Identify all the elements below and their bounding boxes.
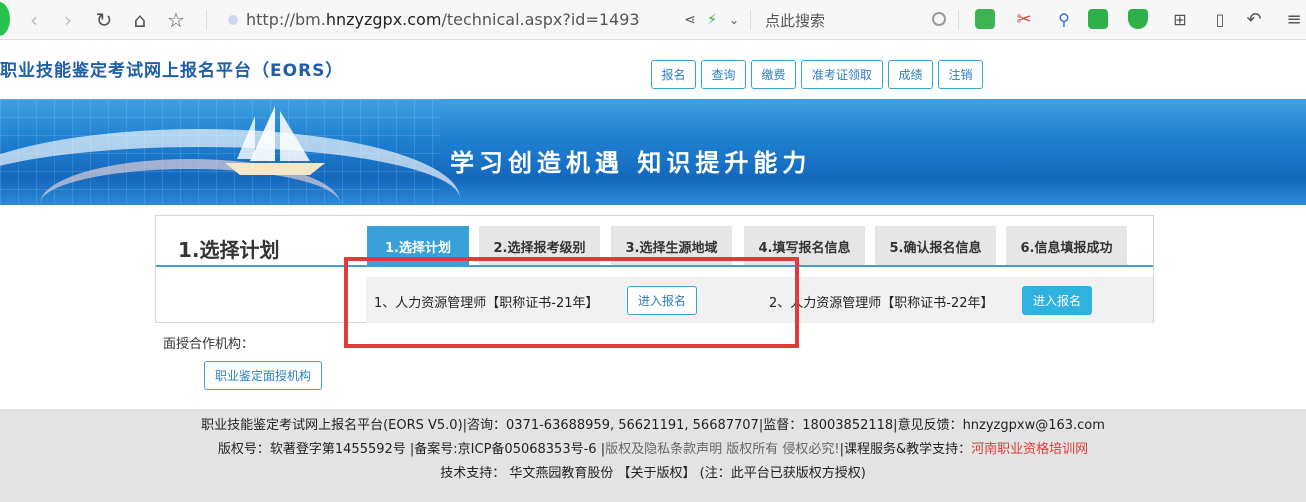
highlight-annotation-box [344,257,799,348]
banner-slogan: 学习创造机遇 知识提升能力 [450,148,812,177]
footer-tech-support-line: 技术支持： 华文燕园教育股份 【关于版权】 (注：此平台已获版权方授权) [440,466,866,481]
site-icon [228,15,238,25]
plan-item-label: 2、人力资源管理师【职称证书-22年】 [769,296,994,311]
share-icon[interactable]: ⋖ [678,8,702,32]
browser-toolbar: ‹ › ↻ ⌂ ☆ http://bm.hnzyzgpx.com/technic… [0,0,1306,40]
panel-title: 1.选择计划 [178,238,280,262]
back-icon[interactable]: ‹ [22,8,46,32]
url-text: http://bm.hnzyzgpx.com/technical.aspx?id… [246,10,640,29]
toolbar-divider [750,10,751,30]
undo-icon[interactable]: ↶ [1242,8,1266,32]
home-icon[interactable]: ⌂ [128,8,152,32]
nav-logout-button[interactable]: 注销 [938,60,983,89]
translate-icon[interactable] [975,9,995,29]
magnifier-icon[interactable]: ⚲ [1052,8,1076,32]
nav-payment-button[interactable]: 缴费 [751,60,796,89]
forward-icon[interactable]: › [56,8,80,32]
nav-register-button[interactable]: 报名 [651,60,696,89]
site-title: 职业技能鉴定考试网上报名平台（EORS） [0,61,344,81]
tab-success[interactable]: 6.信息填报成功 [1006,226,1127,266]
gamepad-icon[interactable] [1088,9,1108,29]
chevron-down-icon[interactable]: ⌄ [722,8,746,32]
star-icon[interactable]: ☆ [164,8,188,32]
nav-ticket-button[interactable]: 准考证领取 [801,60,883,89]
nav-score-button[interactable]: 成绩 [888,60,933,89]
enter-registration-button[interactable]: 进入报名 [1022,286,1092,315]
refresh-icon[interactable]: ↻ [92,8,116,32]
address-bar[interactable]: http://bm.hnzyzgpx.com/technical.aspx?id… [220,6,750,34]
menu-icon[interactable]: ≡ [1282,8,1306,32]
scissors-icon[interactable]: ✂ [1012,8,1036,32]
banner: 学习创造机遇 知识提升能力 [0,99,1306,205]
apps-icon[interactable]: ⊞ [1168,8,1192,32]
footer-copyright-line: 版权号：软著登字第1455592号 |备案号:京ICP备05068353号-6 … [0,438,1306,457]
lightning-icon[interactable]: ⚡ [700,8,724,32]
footer-support-text: |课程服务&教学支持： [839,442,972,457]
footer: 职业技能鉴定考试网上报名平台(EORS V5.0)|咨询：0371-636889… [0,409,1306,502]
search-box[interactable]: 点此搜索 [757,6,952,34]
search-icon[interactable] [932,12,946,26]
footer-training-link[interactable]: 河南职业资格培训网 [971,442,1088,457]
footer-privacy-link[interactable]: 版权及隐私条款声明 版权所有 侵权必究! [605,442,839,457]
toolbar-divider [958,10,959,30]
nav-query-button[interactable]: 查询 [701,60,746,89]
search-placeholder: 点此搜索 [765,12,826,30]
coop-institution-button[interactable]: 职业鉴定面授机构 [204,361,322,390]
footer-contact-line: 职业技能鉴定考试网上报名平台(EORS V5.0)|咨询：0371-636889… [201,418,1105,433]
tablet-icon[interactable]: ▯ [1208,8,1232,32]
footer-copyright-text: 版权号：软著登字第1455592号 |备案号:京ICP备05068353号-6 … [217,442,606,457]
toolbar-divider [206,10,207,30]
shield-icon[interactable] [1128,9,1148,29]
coop-label: 面授合作机构： [163,337,255,352]
browser-logo-icon [0,2,10,36]
sailing-ship-icon [225,106,325,175]
tab-confirm-info[interactable]: 5.确认报名信息 [875,226,996,266]
